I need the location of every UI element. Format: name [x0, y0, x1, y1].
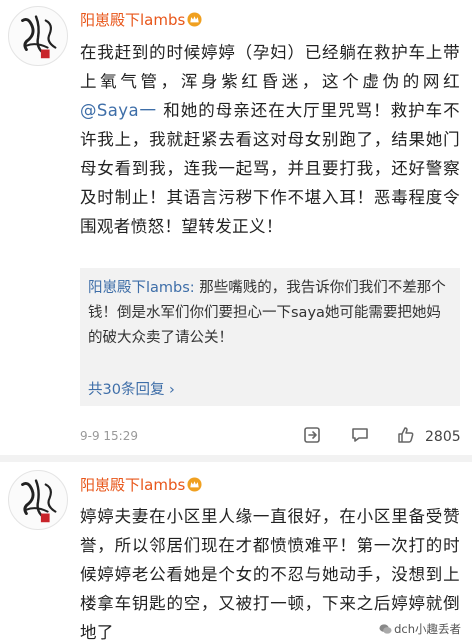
username-text[interactable]: 阳崽殿下lambs — [80, 11, 185, 29]
repost-text: 阳崽殿下lambs: 那些嘴贱的，我告诉你们我们不差那个钱！倒是水军们你们要担心… — [88, 276, 452, 351]
post-text: 在我赶到的时候婷婷（孕妇）已经躺在救护车上带上氧气管，浑身紫红昏迷，这个虚伪的网… — [80, 38, 460, 241]
calligraphy-avatar-image — [21, 479, 57, 523]
post-text-part: 在我赶到的时候婷婷（孕妇）已经躺在救护车上带上氧气管，浑身紫红昏迷，这个虚伪的网… — [80, 43, 460, 91]
username[interactable]: 阳崽殿下lambs — [80, 474, 202, 495]
comment-icon[interactable] — [350, 425, 370, 447]
mention-link[interactable]: @Saya一 — [80, 101, 157, 120]
crown-icon — [187, 12, 202, 27]
username[interactable]: 阳崽殿下lambs — [80, 9, 202, 30]
weibo-post: 阳崽殿下lambs 在我赶到的时候婷婷（孕妇）已经躺在救护车上带上氧气管，浑身紫… — [0, 0, 472, 455]
post-divider — [0, 455, 472, 462]
calligraphy-avatar-image — [21, 15, 57, 59]
repost-box[interactable]: 阳崽殿下lambs: 那些嘴贱的，我告诉你们我们不差那个钱！倒是水军们你们要担心… — [80, 268, 460, 406]
wechat-icon — [379, 623, 392, 635]
avatar[interactable] — [8, 6, 68, 66]
avatar[interactable] — [8, 470, 68, 530]
crown-icon — [187, 477, 202, 492]
watermark: dch小趣丢者 — [376, 620, 464, 638]
like-count: 2805 — [425, 429, 461, 445]
like-icon[interactable] — [396, 425, 416, 447]
username-text[interactable]: 阳崽殿下lambs — [80, 476, 185, 494]
timestamp: 9-9 15:29 — [80, 429, 138, 443]
post-text-part: 和她的母亲还在大厅里咒骂！救护车不许我上，我就赶紧去看这对母女别跑了，结果她门母… — [80, 101, 460, 236]
repost-author-link[interactable]: 阳崽殿下lambs: — [88, 280, 195, 296]
replies-link[interactable]: 共30条回复 › — [88, 378, 175, 399]
weibo-post: 阳崽殿下lambs 婷婷夫妻在小区里人缘一直很好，在小区里备受赞誉，所以邻居们现… — [0, 462, 472, 643]
watermark-text: dch小趣丢者 — [394, 622, 461, 636]
repost-icon[interactable] — [302, 425, 322, 447]
post-meta: 9-9 15:29 2805 — [80, 425, 464, 449]
